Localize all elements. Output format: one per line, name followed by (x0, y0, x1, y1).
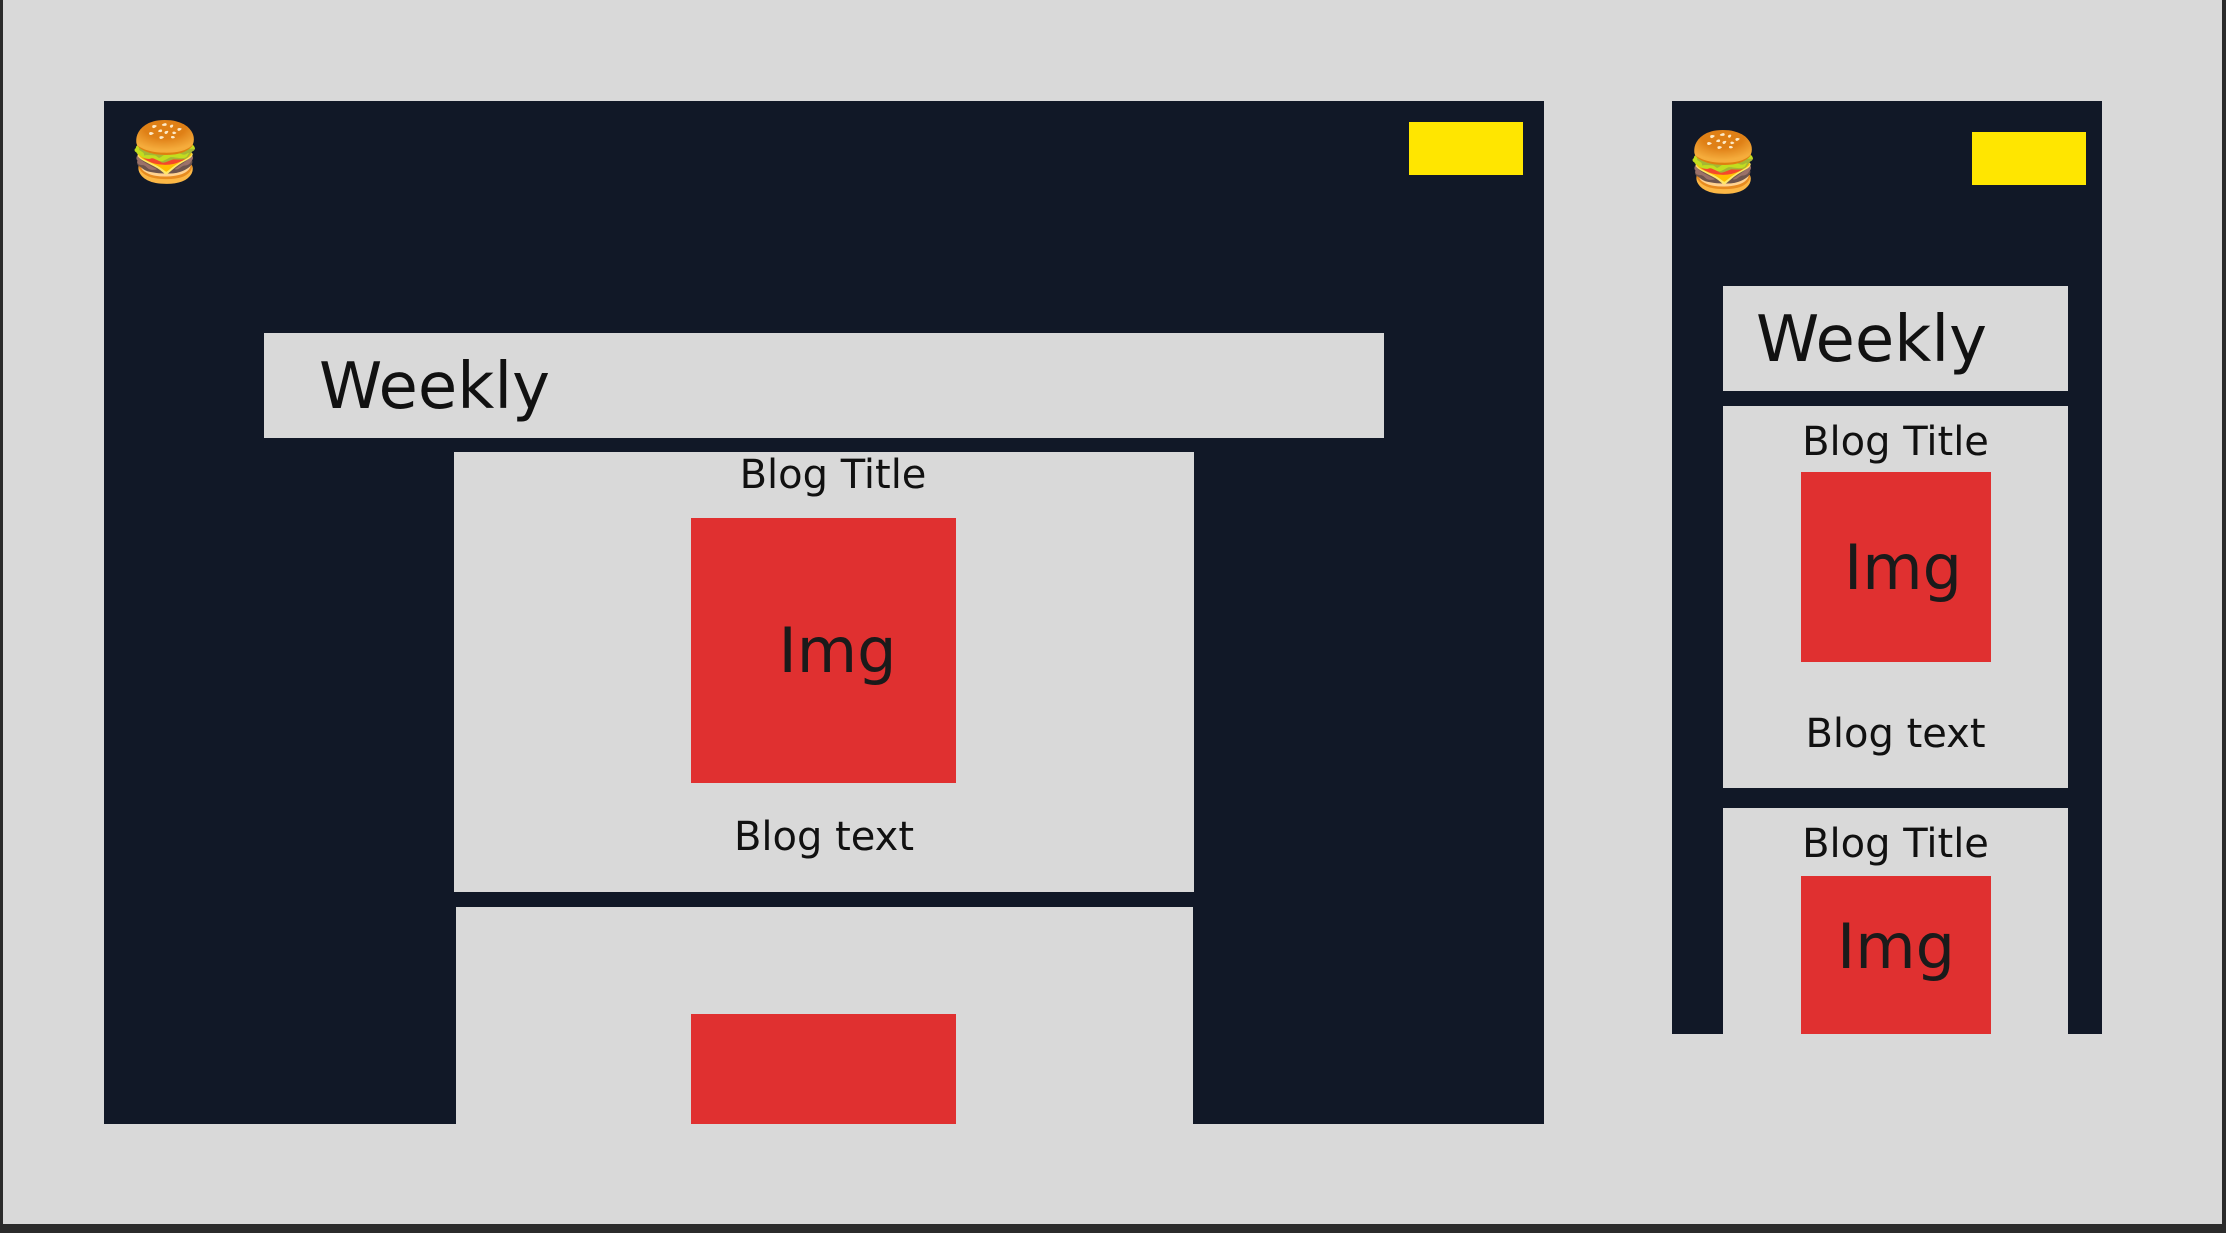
image-label: Img (1836, 909, 1956, 983)
blog-title: Blog Title (1802, 821, 1989, 867)
blog-title: Blog Title (739, 452, 927, 498)
desktop-frame: 🍔 Weekly Blog Title Img Blog text (104, 101, 1544, 1124)
burger-menu-icon[interactable]: 🍔 (1687, 133, 1759, 191)
design-canvas: 🍔 Weekly Blog Title Img Blog text 🍔 Week… (3, 0, 2222, 1224)
weekly-banner: Weekly (1723, 286, 2068, 391)
banner-title: Weekly (319, 350, 550, 424)
blog-image-placeholder (691, 1014, 956, 1124)
mobile-frame: 🍔 Weekly Blog Title Img Blog text Blog T… (1672, 101, 2102, 1034)
image-label: Img (1843, 530, 1963, 604)
blog-card[interactable] (456, 907, 1193, 1124)
blog-card[interactable]: Blog Title Img Blog text (1723, 406, 2068, 788)
blog-image-placeholder: Img (1801, 876, 1991, 1034)
header-cta-button[interactable] (1972, 132, 2086, 185)
weekly-banner: Weekly (264, 333, 1384, 438)
banner-title: Weekly (1756, 303, 1987, 377)
blog-text: Blog text (733, 814, 915, 860)
blog-card[interactable]: Blog Title Img Blog text (454, 452, 1194, 892)
blog-image-placeholder: Img (691, 518, 956, 783)
blog-image-placeholder: Img (1801, 472, 1991, 662)
header-cta-button[interactable] (1409, 122, 1523, 175)
blog-card[interactable]: Blog Title Img (1723, 808, 2068, 1034)
blog-title: Blog Title (1802, 419, 1989, 465)
image-label: Img (778, 614, 897, 687)
burger-menu-icon[interactable]: 🍔 (129, 123, 201, 181)
blog-text: Blog text (1805, 711, 1986, 757)
